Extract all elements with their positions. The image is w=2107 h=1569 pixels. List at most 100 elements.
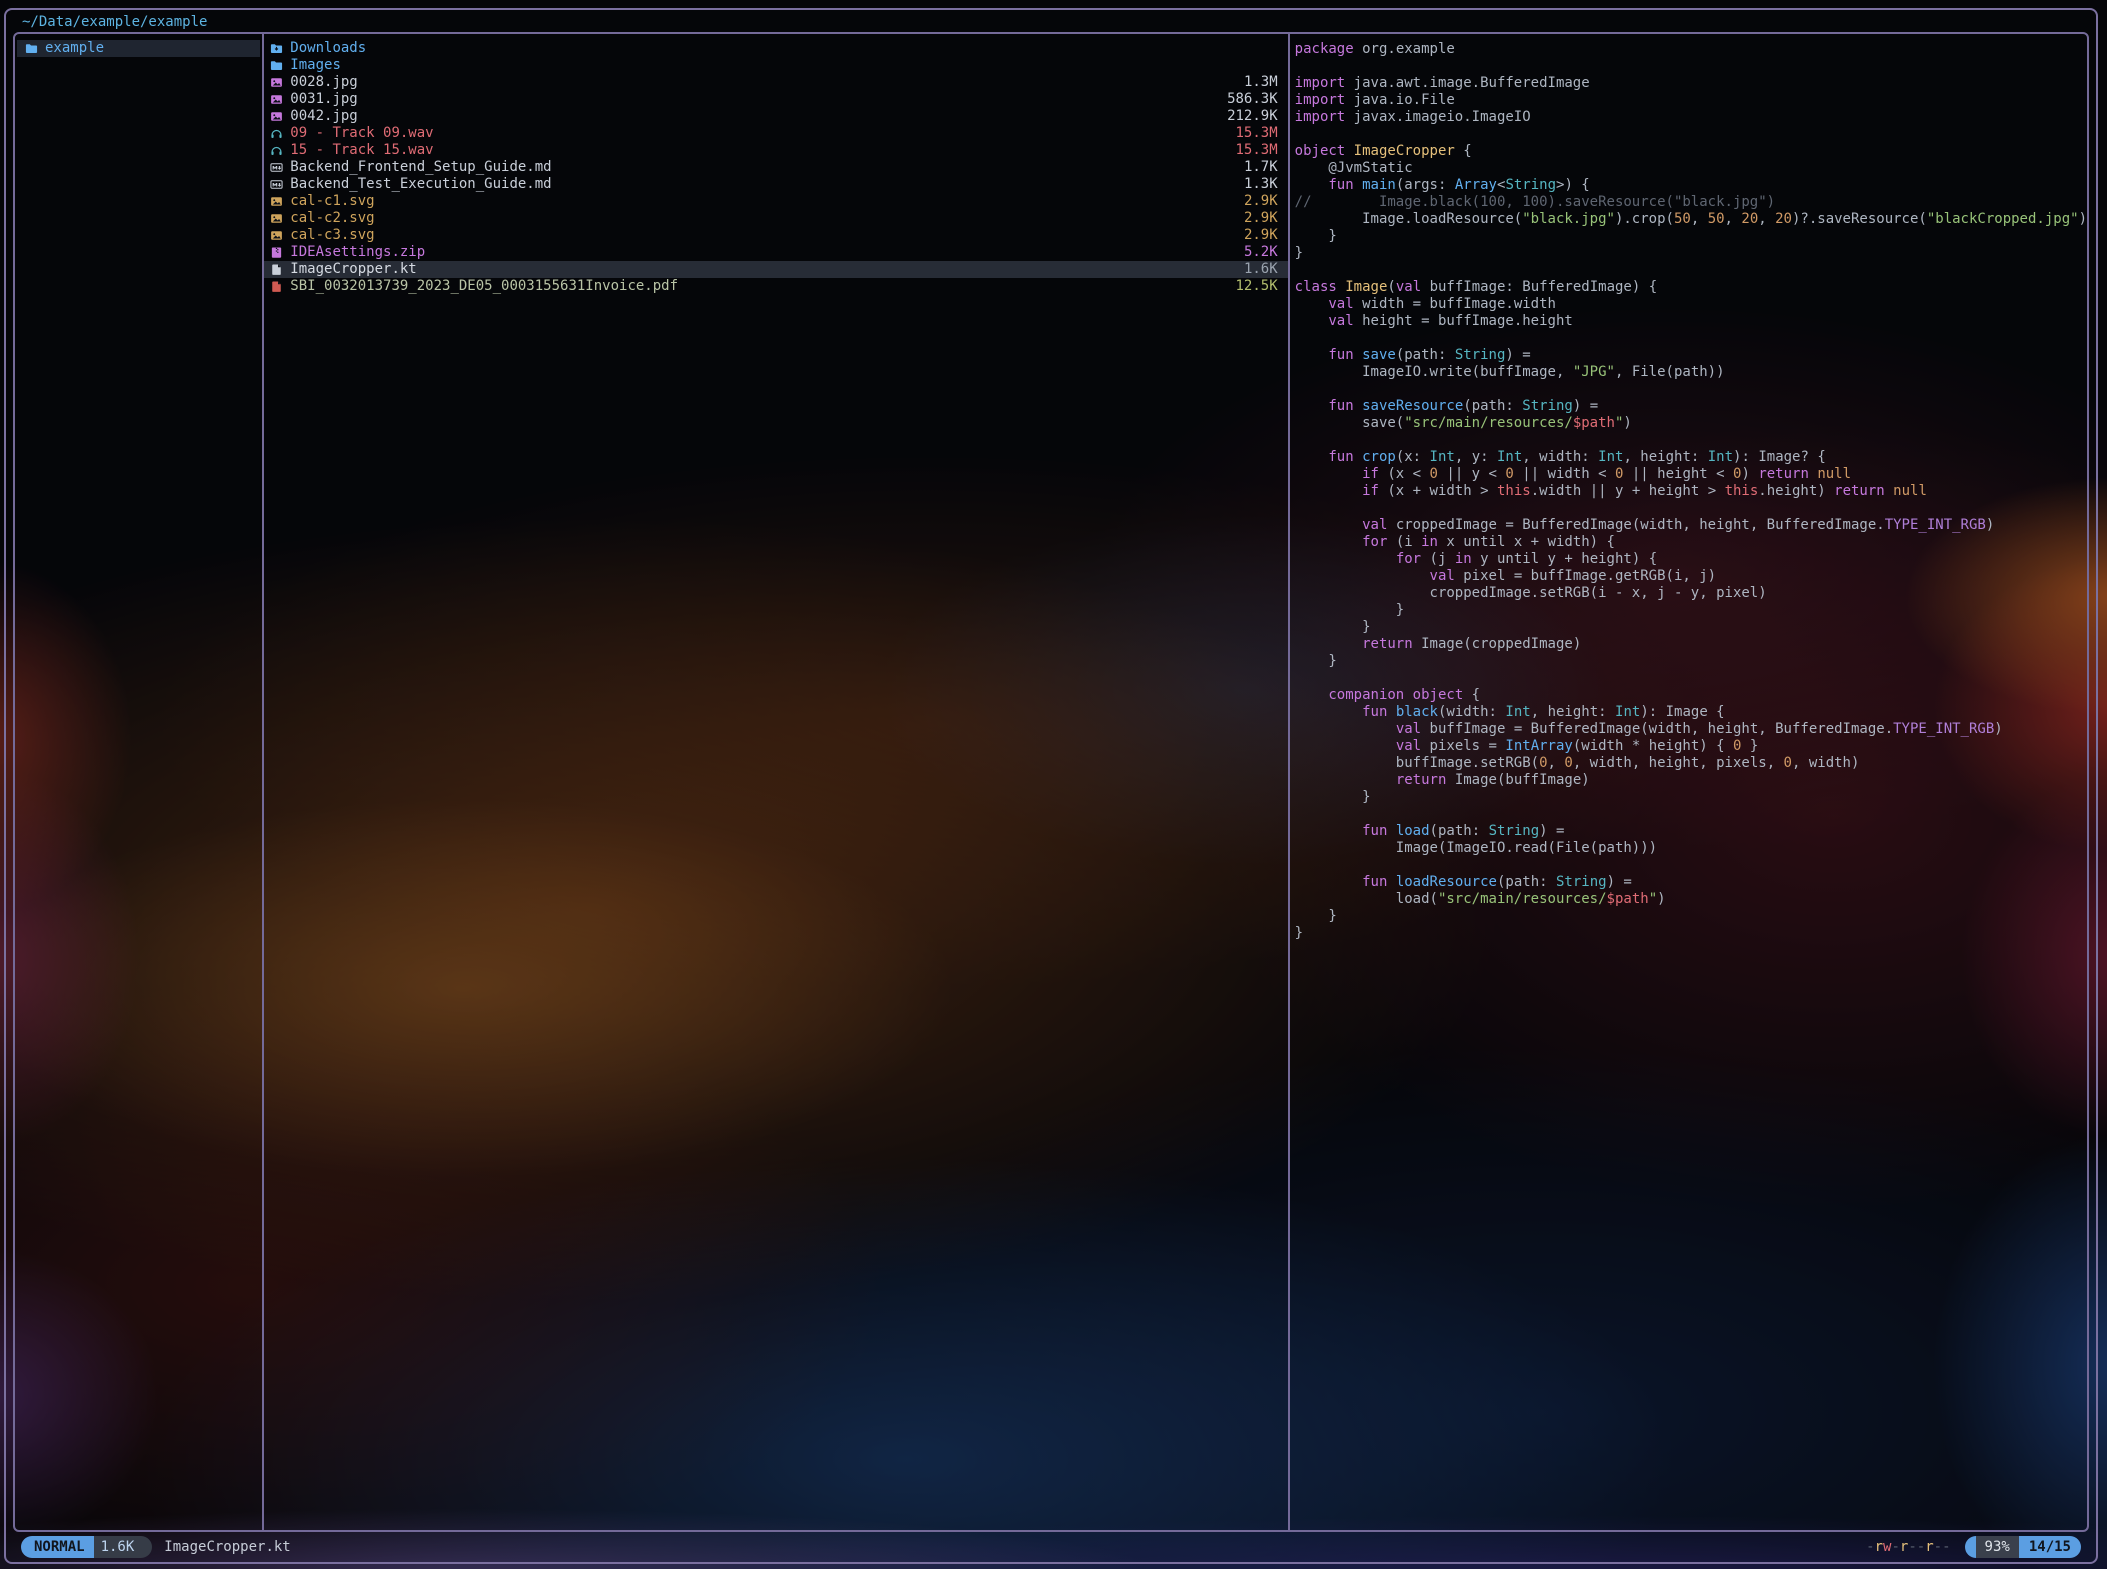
code-line: } (1295, 925, 2087, 942)
file-row[interactable]: 0028.jpg1.3M (264, 74, 1287, 91)
code-line: class Image(val buffImage: BufferedImage… (1295, 279, 2087, 296)
code-line: return Image(croppedImage) (1295, 636, 2087, 653)
file-row[interactable]: cal-c2.svg2.9K (264, 210, 1287, 227)
file-row[interactable]: cal-c1.svg2.9K (264, 193, 1287, 210)
file-row[interactable]: Images (264, 57, 1287, 74)
folder-icon (270, 59, 290, 72)
code-line (1295, 670, 2087, 687)
yazi-window: ~/Data/example/example example Downloads… (4, 8, 2098, 1564)
code-line: fun black(width: Int, height: Int): Imag… (1295, 704, 2087, 721)
code-line: } (1295, 245, 2087, 262)
code-line (1295, 58, 2087, 75)
code-line: package org.example (1295, 41, 2087, 58)
file-name: cal-c2.svg (290, 210, 1244, 227)
code-line: } (1295, 789, 2087, 806)
file-name: 09 - Track 09.wav (290, 125, 1235, 142)
code-line: croppedImage.setRGB(i - x, j - y, pixel) (1295, 585, 2087, 602)
preview-pane: package org.example import java.awt.imag… (1288, 34, 2087, 1530)
image-icon (270, 93, 290, 106)
file-row[interactable]: SBI_0032013739_2023_DE05_0003155631Invoi… (264, 278, 1287, 295)
file-name: ImageCropper.kt (290, 261, 1244, 278)
code-line: import javax.imageio.ImageIO (1295, 109, 2087, 126)
file-name: SBI_0032013739_2023_DE05_0003155631Invoi… (290, 278, 1235, 295)
code-line: load("src/main/resources/$path") (1295, 891, 2087, 908)
parent-pane: example (15, 34, 262, 1530)
file-size-badge: 1.6K (94, 1536, 142, 1558)
markdown-icon (270, 161, 290, 174)
file-row[interactable]: 0031.jpg586.3K (264, 91, 1287, 108)
code-line: } (1295, 602, 2087, 619)
code-line: buffImage.setRGB(0, 0, width, height, pi… (1295, 755, 2087, 772)
code-line (1295, 262, 2087, 279)
code-line: if (x < 0 || y < 0 || width < 0 || heigh… (1295, 466, 2087, 483)
file-size: 1.7K (1244, 159, 1278, 176)
file-row[interactable]: Backend_Frontend_Setup_Guide.md1.7K (264, 159, 1287, 176)
code-line: fun save(path: String) = (1295, 347, 2087, 364)
file-size: 1.3K (1244, 176, 1278, 193)
file-icon (270, 263, 290, 276)
code-line: val pixel = buffImage.getRGB(i, j) (1295, 568, 2087, 585)
folder-download-icon (270, 42, 290, 55)
status-right-group: -rw-r--r-- 93% 14/15 (1866, 1536, 2081, 1558)
code-line (1295, 381, 2087, 398)
code-line (1295, 432, 2087, 449)
code-line (1295, 806, 2087, 823)
file-size: 2.9K (1244, 193, 1278, 210)
file-name: cal-c1.svg (290, 193, 1244, 210)
preview-code: package org.example import java.awt.imag… (1290, 40, 2087, 942)
archive-icon (270, 246, 290, 259)
code-line (1295, 500, 2087, 517)
file-row[interactable]: 15 - Track 15.wav15.3M (264, 142, 1287, 159)
file-size: 2.9K (1244, 210, 1278, 227)
code-line: for (j in y until y + height) { (1295, 551, 2087, 568)
code-line: fun saveResource(path: String) = (1295, 398, 2087, 415)
file-name: 0042.jpg (290, 108, 1227, 125)
code-line: fun main(args: Array<String>) { (1295, 177, 2087, 194)
file-name: cal-c3.svg (290, 227, 1244, 244)
image-icon (270, 195, 290, 208)
code-line: } (1295, 619, 2087, 636)
file-permissions: -rw-r--r-- (1866, 1539, 1950, 1555)
code-line: import java.awt.image.BufferedImage (1295, 75, 2087, 92)
file-size: 15.3M (1236, 142, 1278, 159)
code-line: return Image(buffImage) (1295, 772, 2087, 789)
code-line (1295, 330, 2087, 347)
image-icon (270, 212, 290, 225)
file-row[interactable]: ImageCropper.kt1.6K (264, 261, 1287, 278)
file-name: Backend_Test_Execution_Guide.md (290, 176, 1244, 193)
code-line: fun loadResource(path: String) = (1295, 874, 2087, 891)
code-line: ImageIO.write(buffImage, "JPG", File(pat… (1295, 364, 2087, 381)
image-icon (270, 110, 290, 123)
markdown-icon (270, 178, 290, 191)
file-name: 0028.jpg (290, 74, 1244, 91)
file-row[interactable]: IDEAsettings.zip5.2K (264, 244, 1287, 261)
progress-left-cap (1965, 1536, 1976, 1558)
file-name: example (45, 40, 250, 57)
panes-container: example DownloadsImages0028.jpg1.3M0031.… (13, 32, 2089, 1532)
file-size: 1.6K (1244, 261, 1278, 278)
file-size: 1.3M (1244, 74, 1278, 91)
file-row[interactable]: 0042.jpg212.9K (264, 108, 1287, 125)
file-row[interactable]: Backend_Test_Execution_Guide.md1.3K (264, 176, 1287, 193)
code-line: val height = buffImage.height (1295, 313, 2087, 330)
code-line: companion object { (1295, 687, 2087, 704)
code-line: save("src/main/resources/$path") (1295, 415, 2087, 432)
code-line (1295, 126, 2087, 143)
file-name: Downloads (290, 40, 1277, 57)
status-file-name: ImageCropper.kt (164, 1539, 290, 1555)
pdf-icon (270, 280, 290, 293)
music-icon (270, 127, 290, 140)
code-line: val pixels = IntArray(width * height) { … (1295, 738, 2087, 755)
code-line (1295, 857, 2087, 874)
code-line: if (x + width > this.width || y + height… (1295, 483, 2087, 500)
file-row[interactable]: cal-c3.svg2.9K (264, 227, 1287, 244)
code-line: Image.loadResource("black.jpg").crop(50,… (1295, 211, 2087, 228)
file-row[interactable]: 09 - Track 09.wav15.3M (264, 125, 1287, 142)
code-line: import java.io.File (1295, 92, 2087, 109)
parent-dir-row[interactable]: example (17, 40, 260, 57)
file-size: 586.3K (1227, 91, 1278, 108)
file-row[interactable]: Downloads (264, 40, 1287, 57)
code-line: // Image.black(100, 100).saveResource("b… (1295, 194, 2087, 211)
current-pane: DownloadsImages0028.jpg1.3M0031.jpg586.3… (262, 34, 1287, 1530)
file-name: Images (290, 57, 1277, 74)
